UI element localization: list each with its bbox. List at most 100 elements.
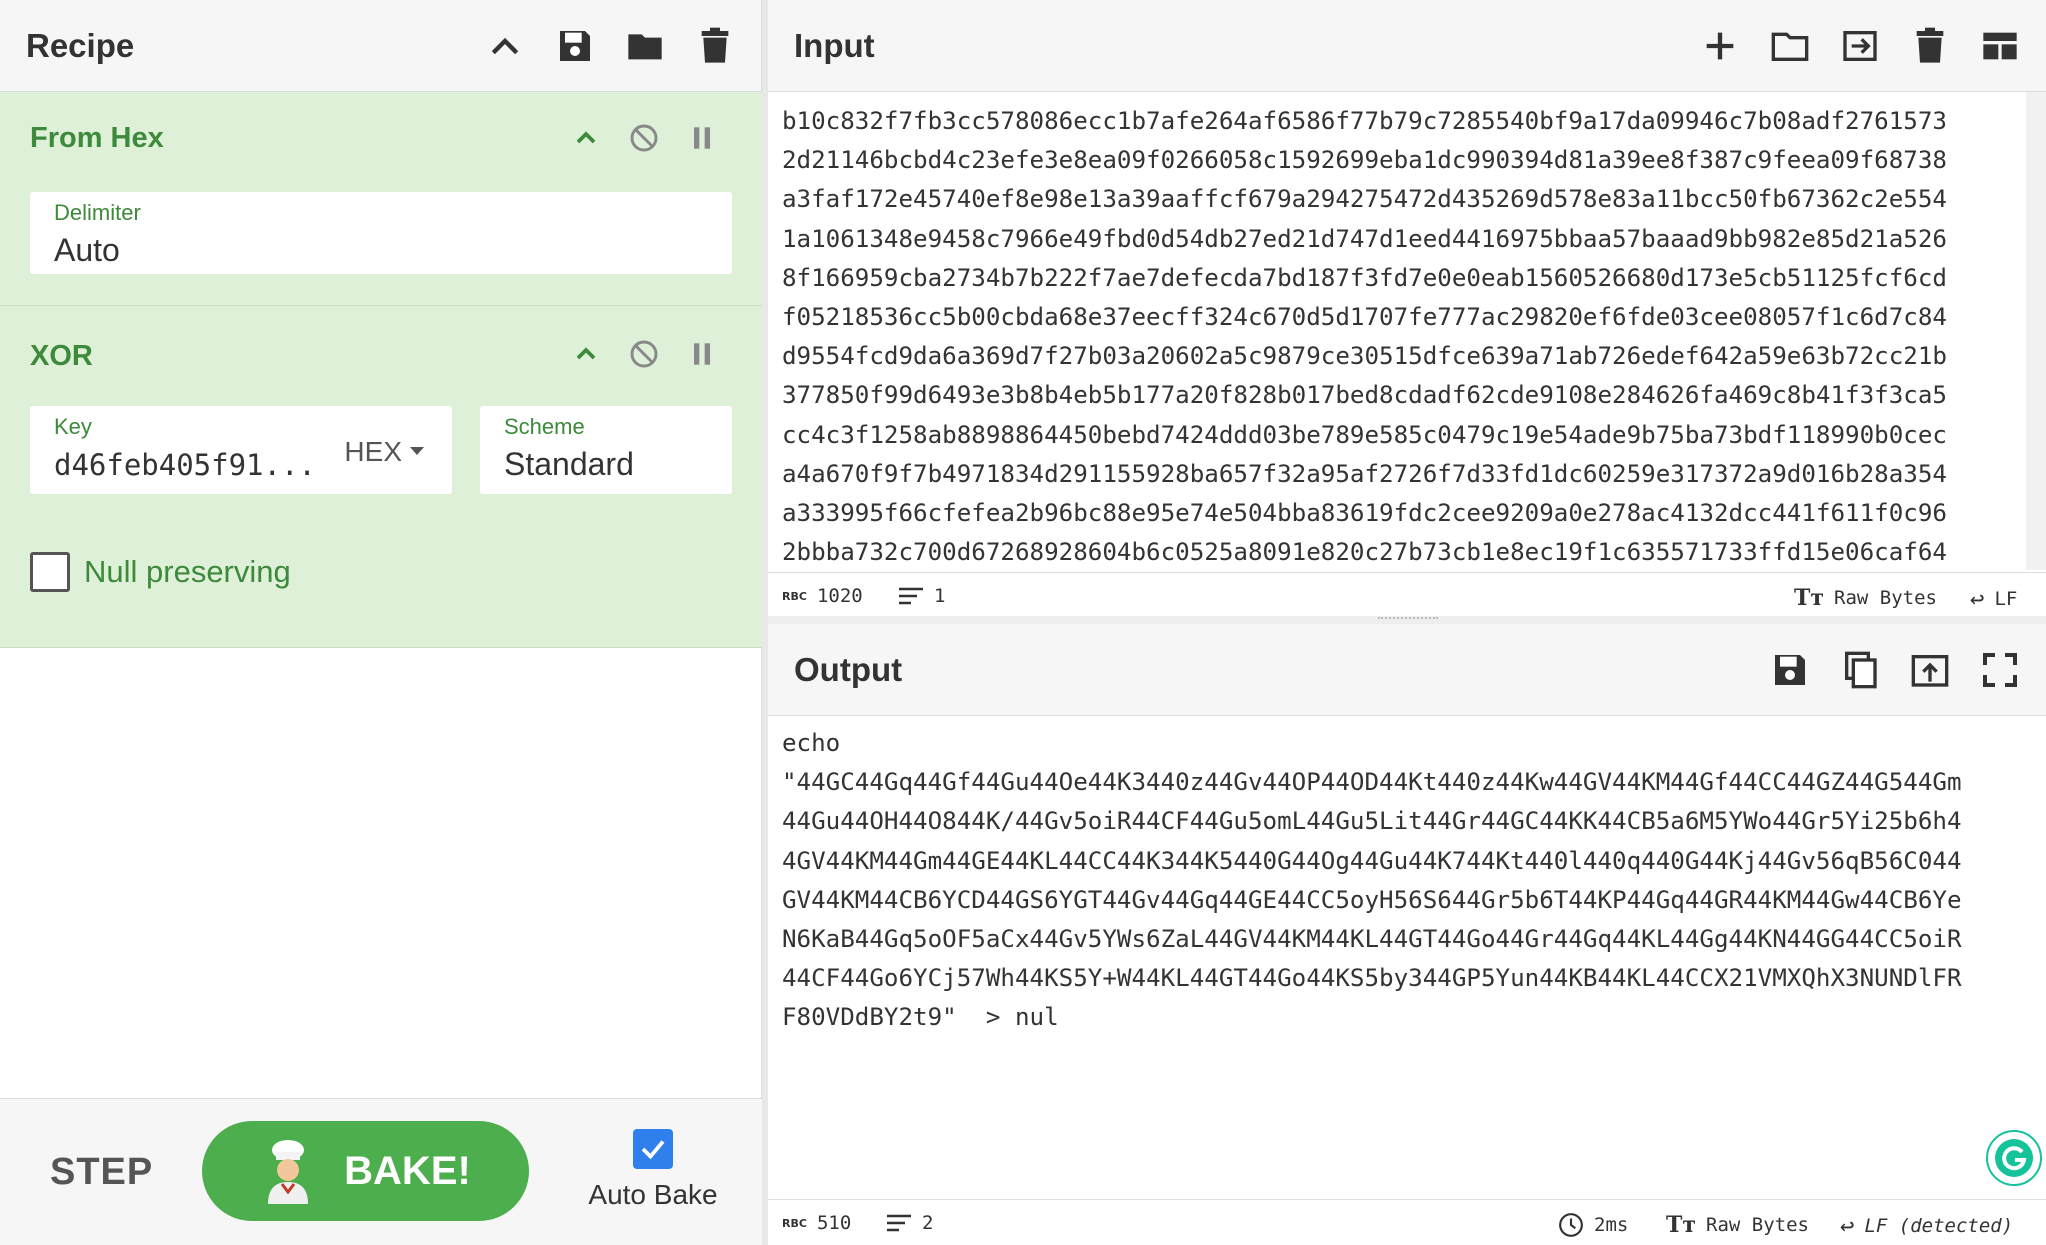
input-textarea[interactable]: b10c832f7fb3cc578086ecc1b7afe264af6586f7… (768, 92, 2026, 570)
copy-output-icon[interactable] (1840, 650, 1880, 690)
io-splitter[interactable] (768, 616, 2046, 624)
output-eol: LF (detected) (1864, 1215, 2014, 1237)
input-line: f05218536cc5b00cbda68e37eecff324c670d5d1… (782, 303, 1947, 332)
input-line: 2d21146bcbd4c23efe3e8ea09f0266058c159269… (782, 146, 1947, 175)
auto-bake-label: Auto Bake (588, 1179, 718, 1210)
key-format-dropdown[interactable]: HEX (344, 436, 424, 468)
input-length-stat: RBC 1020 (782, 585, 863, 607)
input-line: 8f166959cba2734b7b222f7ae7defecda7bd187f… (782, 263, 1947, 292)
input-line: a333995f66cfefea2b96bc88e95e74e504bba836… (782, 499, 1947, 528)
add-input-tab-icon[interactable] (1700, 26, 1740, 66)
checkmark-icon (641, 1140, 665, 1160)
auto-bake-toggle[interactable]: Auto Bake (588, 1129, 718, 1211)
input-scrollbar[interactable] (2026, 92, 2046, 570)
input-line: b10c832f7fb3cc578086ecc1b7afe264af6586f7… (782, 107, 1947, 135)
recipe-header: Recipe (0, 0, 761, 92)
delimiter-value: Auto (54, 232, 120, 268)
output-char-count: 510 (816, 1212, 852, 1234)
input-eol-button[interactable]: ↩ LF (1970, 585, 2017, 613)
caret-down-icon (410, 447, 424, 455)
collapse-all-icon[interactable] (485, 26, 525, 66)
breakpoint-pause-icon[interactable] (686, 338, 718, 370)
operation-title: XOR (30, 340, 93, 372)
auto-bake-checkbox[interactable] (633, 1129, 673, 1169)
delimiter-field[interactable]: Delimiter Auto (30, 192, 732, 274)
null-preserving-checkbox[interactable] (30, 552, 70, 592)
output-line: N6KaB44Gq5oOF5aCx44Gv5YWs6ZaL44GV44KM44K… (782, 925, 1962, 954)
output-pane: Output echo "44GC44Gq44Gf44Gu44Oe44K3440z… (768, 624, 2046, 1245)
null-preserving-row[interactable]: Null preserving (30, 552, 291, 592)
bake-time: 2ms (1594, 1214, 1629, 1236)
recipe-title: Recipe (26, 26, 135, 64)
chef-icon (268, 1140, 309, 1204)
clear-recipe-trash-icon[interactable] (695, 26, 735, 66)
breakpoint-pause-icon[interactable] (686, 122, 718, 154)
operation-from-hex: From Hex Delimiter Auto (0, 92, 762, 306)
input-line: 2bbba732c700d67268928604b6c0525a8091e820… (782, 538, 1947, 567)
input-pane: Input b10c832f7fb3cc578086ecc1b7afe264af… (768, 0, 2046, 618)
clear-input-trash-icon[interactable] (1910, 26, 1950, 66)
load-recipe-folder-icon[interactable] (625, 26, 665, 66)
replace-input-with-output-icon[interactable] (1910, 650, 1950, 690)
key-field[interactable]: Key d46feb405f91... HEX (30, 406, 452, 494)
recipe-pane: Recipe From Hex Delimiter Auto XOR Key d… (0, 0, 762, 1245)
key-format-label: HEX (344, 436, 402, 467)
scheme-field[interactable]: Scheme Standard (480, 406, 732, 494)
output-status-bar: RBC 510 2 2ms Tт Raw Bytes ↩ LF (detecte… (768, 1199, 2046, 1245)
key-value: d46feb405f91... (54, 448, 316, 482)
output-eol-button[interactable]: ↩ LF (detected) (1840, 1212, 2013, 1240)
reset-layout-icon[interactable] (1980, 26, 2020, 66)
null-preserving-label: Null preserving (84, 554, 291, 589)
output-line: 44Gu44OH44O844K/44Gv5oiR44CF44Gu5omL44Gu… (782, 807, 1962, 836)
output-line: "44GC44Gq44Gf44Gu44Oe44K3440z44Gv44OP44O… (782, 768, 1962, 797)
grammarly-icon[interactable] (1986, 1130, 2042, 1186)
maximize-output-icon[interactable] (1980, 650, 2020, 690)
collapse-operation-icon[interactable] (570, 122, 602, 154)
input-line-count: 1 (934, 585, 946, 607)
save-output-icon[interactable] (1770, 650, 1810, 690)
bake-label: BAKE! (344, 1148, 471, 1193)
scheme-label: Scheme (504, 414, 585, 439)
open-file-import-icon[interactable] (1840, 26, 1880, 66)
scheme-value: Standard (504, 446, 634, 482)
input-char-count: 1020 (816, 585, 863, 607)
input-header: Input (768, 0, 2046, 92)
output-encoding: Raw Bytes (1706, 1214, 1809, 1236)
text-type-icon: Tт (1666, 1212, 1697, 1238)
step-button[interactable]: STEP (50, 1151, 153, 1194)
delimiter-label: Delimiter (54, 200, 141, 225)
save-recipe-icon[interactable] (555, 26, 595, 66)
abc-icon: RBC (782, 1216, 807, 1230)
disable-operation-icon[interactable] (628, 122, 660, 154)
input-line: a4a670f9f7b4971834d291155928ba657f32a95a… (782, 459, 1947, 488)
output-encoding-button[interactable]: Tт Raw Bytes (1666, 1212, 1809, 1238)
input-encoding-button[interactable]: Tт Raw Bytes (1794, 585, 1937, 611)
output-line: GV44KM44CB6YCD44GS6YGT44Gv44Gq44GE44CC5o… (782, 885, 1962, 914)
operation-title: From Hex (30, 122, 164, 154)
key-label: Key (54, 414, 92, 439)
input-lines-stat: 1 (898, 585, 945, 607)
output-line: 4GV44KM44Gm44GE44KL44CC44K344K5440G44Og4… (782, 846, 1962, 875)
abc-icon: RBC (782, 589, 807, 603)
input-eol: LF (1994, 588, 2018, 610)
operation-xor: XOR Key d46feb405f91... HEX Scheme Stand… (0, 306, 762, 648)
input-line: 1a1061348e9458c7966e49fbd0d54db27ed21d74… (782, 224, 1947, 253)
output-line: 44CF44Go6YCj57Wh44KS5Y+W44KL44GT44Go44KS… (782, 964, 1962, 993)
lines-icon (899, 587, 923, 605)
bake-bar: STEP BAKE! Auto Bake (0, 1098, 762, 1245)
output-textarea[interactable]: echo "44GC44Gq44Gf44Gu44Oe44K3440z44Gv44O… (768, 716, 2046, 1106)
bake-button[interactable]: BAKE! (202, 1121, 529, 1221)
output-title: Output (794, 650, 903, 688)
splitter-grip-icon (1378, 617, 1438, 621)
text-type-icon: Tт (1794, 585, 1825, 611)
disable-operation-icon[interactable] (628, 338, 660, 370)
return-arrow-icon: ↩ (1840, 1212, 1855, 1240)
clock-icon (1559, 1213, 1583, 1237)
output-length-stat: RBC 510 (782, 1212, 851, 1234)
input-line: d9554fcd9da6a369d7f27b03a20602a5c9879ce3… (782, 342, 1947, 371)
open-folder-icon[interactable] (1770, 26, 1810, 66)
collapse-operation-icon[interactable] (570, 338, 602, 370)
return-arrow-icon: ↩ (1970, 585, 1985, 613)
input-line: 377850f99d6493e3b8b4eb5b177a20f828b017be… (782, 381, 1947, 410)
lines-icon (887, 1214, 911, 1232)
